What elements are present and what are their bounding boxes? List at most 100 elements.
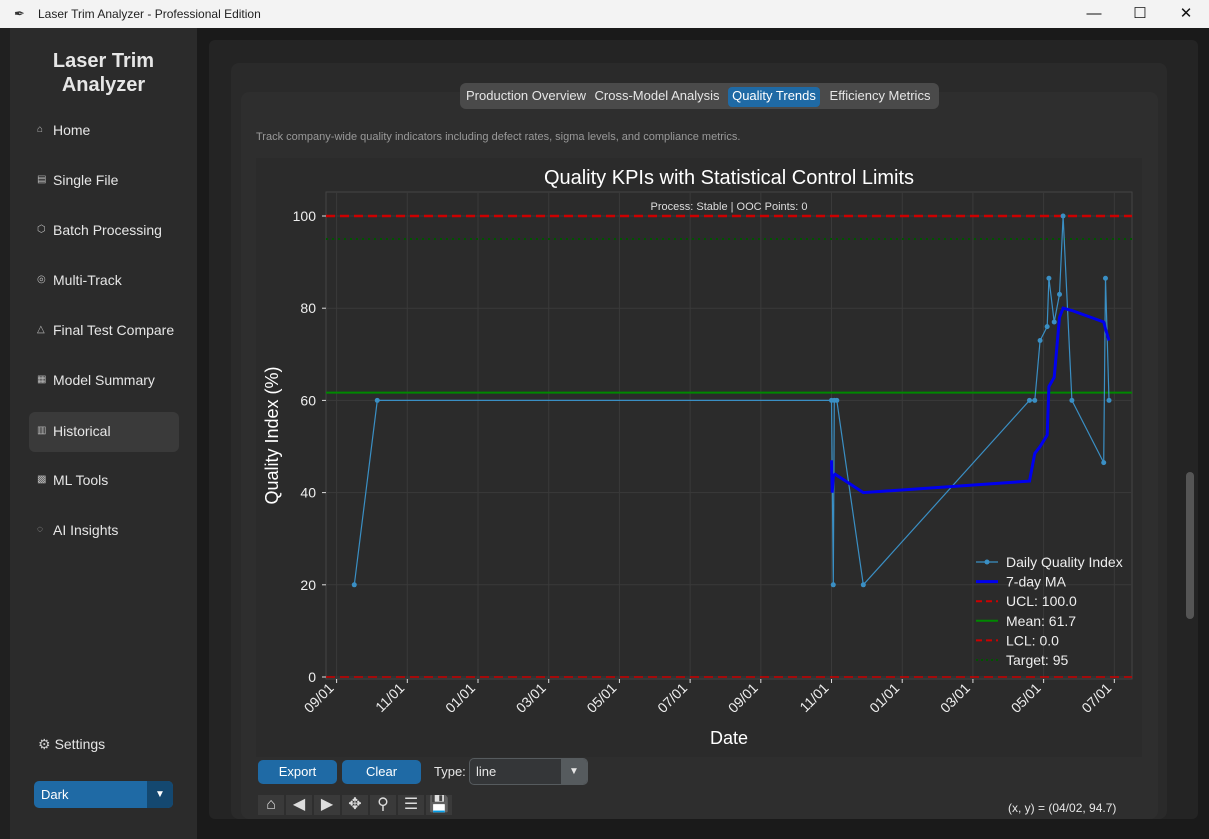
daily-quality-point	[1101, 460, 1107, 466]
sidebar-item-label: Model Summary	[53, 372, 155, 388]
x-tick-label: 05/01	[1008, 680, 1044, 716]
home-icon: ⌂	[37, 124, 44, 135]
sidebar-item-single-file[interactable]: ▤ Single File	[29, 161, 179, 201]
sidebar-item-home[interactable]: ⌂ Home	[29, 111, 179, 151]
type-label: Type:	[434, 764, 466, 779]
y-tick-label: 80	[300, 300, 316, 316]
window-titlebar: ✒ Laser Trim Analyzer - Professional Edi…	[0, 0, 1209, 28]
scale-icon: △	[37, 324, 45, 335]
x-tick-label: 11/01	[372, 680, 408, 716]
sidebar-item-label: Home	[53, 122, 91, 138]
pan-icon[interactable]: ✥	[342, 795, 368, 815]
daily-quality-point	[1044, 324, 1050, 330]
back-icon[interactable]: ◀	[286, 795, 312, 815]
sidebar-item-label: AI Insights	[53, 522, 119, 538]
chart-canvas: 09/01 11/01 01/01 03/01 05/01 07/01 09/01 11/01…	[262, 167, 1133, 748]
y-tick-label: 60	[300, 392, 316, 408]
tab-description: Track company-wide quality indicators in…	[256, 131, 741, 143]
y-tick-label: 100	[293, 208, 317, 224]
clear-button[interactable]: Clear	[342, 760, 421, 784]
daily-quality-point	[351, 582, 357, 588]
theme-select[interactable]: Dark ▼	[34, 781, 173, 808]
x-tick-label: 07/01	[1078, 680, 1114, 716]
forward-icon[interactable]: ▶	[314, 795, 340, 815]
export-button[interactable]: Export	[258, 760, 337, 784]
legend-label: Mean: 61.7	[1006, 613, 1076, 629]
sidebar-item-final-test-compare[interactable]: △ Final Test Compare	[29, 311, 179, 351]
home-icon[interactable]: ⌂	[258, 795, 284, 815]
minimize-button[interactable]: —	[1071, 0, 1117, 28]
daily-quality-point	[1046, 275, 1052, 281]
vertical-scrollbar[interactable]	[1186, 472, 1194, 619]
target-icon: ◎	[37, 274, 46, 285]
x-tick-label: 11/01	[796, 680, 832, 716]
sidebar-item-batch-processing[interactable]: ⬡ Batch Processing	[29, 211, 179, 251]
sidebar-item-label: ML Tools	[53, 472, 109, 488]
robot-icon: ▩	[37, 474, 47, 485]
theme-select-value: Dark	[41, 787, 69, 802]
x-tick-label: 03/01	[937, 680, 973, 716]
sidebar-item-model-summary[interactable]: ▦ Model Summary	[29, 361, 179, 401]
legend-label: Daily Quality Index	[1006, 554, 1123, 570]
save-icon[interactable]: 💾	[426, 795, 452, 815]
y-axis-label: Quality Index (%)	[262, 366, 282, 504]
sidebar-item-historical[interactable]: ▥ Historical	[29, 412, 179, 452]
close-button[interactable]: ✕	[1163, 0, 1209, 28]
daily-quality-point	[1069, 397, 1075, 403]
configure-icon[interactable]: ☰	[398, 795, 424, 815]
daily-quality-point	[1051, 319, 1057, 325]
document-icon: ▤	[37, 174, 47, 185]
brand-title-line2: Analyzer	[61, 74, 146, 96]
window-title: Laser Trim Analyzer - Professional Editi…	[38, 7, 261, 21]
tab-quality-trends[interactable]: Quality Trends	[728, 87, 820, 107]
sidebar-item-multi-track[interactable]: ◎ Multi-Track	[29, 261, 179, 301]
x-tick-label: 09/01	[725, 680, 761, 716]
sidebar-item-label: Multi-Track	[53, 272, 122, 288]
daily-quality-point	[1057, 291, 1063, 297]
sidebar-item-settings[interactable]: ⚙ Settings	[38, 736, 105, 753]
legend-marker	[984, 559, 990, 565]
plot-toolbar: ⌂ ◀ ▶ ✥ ⚲ ☰ 💾	[258, 795, 454, 815]
sidebar: Laser Trim Analyzer ⌂ Home ▤ Single File…	[10, 28, 197, 839]
daily-quality-point	[1102, 275, 1108, 281]
y-tick-label: 40	[300, 485, 316, 501]
x-tick-label: 07/01	[654, 680, 690, 716]
daily-quality-point	[1026, 397, 1032, 403]
sidebar-item-label: Final Test Compare	[53, 322, 175, 338]
zoom-icon[interactable]: ⚲	[370, 795, 396, 815]
x-tick-label: 05/01	[583, 680, 619, 716]
x-tick-label: 01/01	[866, 680, 902, 716]
package-icon: ⬡	[37, 224, 46, 235]
analytics-tabs: Production Overview Cross-Model Analysis…	[460, 83, 939, 109]
tab-efficiency-metrics[interactable]: Efficiency Metrics	[824, 87, 936, 107]
legend-label: LCL: 0.0	[1006, 632, 1059, 648]
legend-label: UCL: 100.0	[1006, 593, 1077, 609]
daily-quality-point	[1037, 337, 1043, 343]
x-axis-label: Date	[710, 728, 748, 748]
feather-icon: ✒	[14, 6, 25, 21]
sidebar-item-label: Historical	[53, 423, 111, 439]
chart-title: Quality KPIs with Statistical Control Li…	[544, 167, 914, 189]
sidebar-item-label: Single File	[53, 172, 119, 188]
sidebar-item-ai-insights[interactable]: ◌ AI Insights	[29, 511, 179, 551]
daily-quality-point	[1032, 397, 1038, 403]
process-status-annotation: Process: Stable | OOC Points: 0	[651, 201, 808, 213]
tab-cross-model-analysis[interactable]: Cross-Model Analysis	[592, 87, 722, 107]
chevron-down-icon[interactable]: ▼	[147, 781, 173, 808]
daily-quality-point	[830, 582, 836, 588]
sidebar-item-label: Batch Processing	[53, 222, 162, 238]
sidebar-item-ml-tools[interactable]: ▩ ML Tools	[29, 461, 179, 501]
x-tick-label: 09/01	[301, 680, 337, 716]
gear-icon: ⚙	[38, 736, 51, 752]
chevron-down-icon[interactable]: ▼	[561, 759, 587, 784]
chart-type-select[interactable]: line ▼	[469, 758, 588, 785]
chart-icon: ▦	[37, 374, 47, 385]
maximize-button[interactable]: ☐	[1117, 0, 1163, 28]
legend-label: 7-day MA	[1006, 574, 1067, 590]
lightbulb-icon: ◌	[37, 524, 43, 535]
daily-quality-point	[834, 397, 840, 403]
brand-title-line1: Laser Trim	[52, 50, 155, 72]
tab-production-overview[interactable]: Production Overview	[463, 87, 589, 107]
x-tick-label: 01/01	[442, 680, 478, 716]
y-tick-label: 20	[300, 577, 316, 593]
